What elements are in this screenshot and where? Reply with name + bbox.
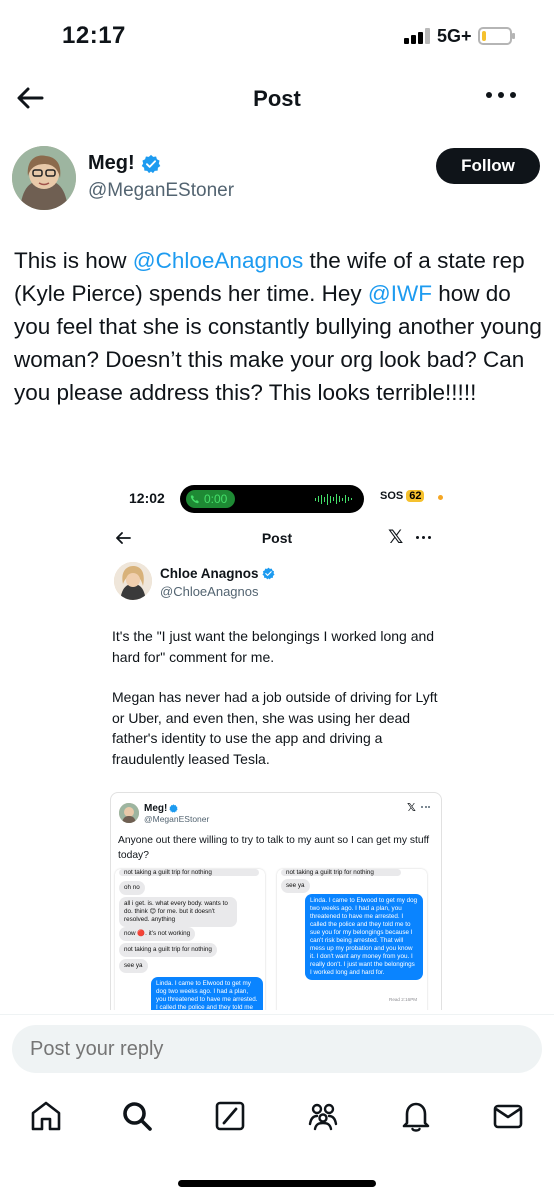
embed-more-icon [416,536,431,539]
page-title: Post [253,86,301,111]
quoted-post-card: Meg! @MeganEStoner 𝕏 Anyone out there wi… [110,792,442,1010]
mention-link[interactable]: @ChloeAnagnos [133,248,303,273]
read-receipt: Read 2:16PM [389,997,418,1002]
phone-icon [190,495,199,504]
home-icon [31,1101,61,1131]
post-text-part: This is how [14,248,133,273]
message-bubble: see ya [119,959,148,973]
bottom-tab-bar [0,1086,554,1146]
battery-level [482,31,486,41]
quoted-author-name-text: Meg! [144,803,168,814]
call-timer-text: 0:00 [204,492,228,506]
mention-link[interactable]: @IWF [368,281,432,306]
embed-header: Post 𝕏 [92,526,462,550]
embed-sos-indicator: SOS 62 [380,490,425,502]
quoted-more-icon [421,806,430,808]
signal-icon [404,28,432,44]
dynamic-island: 0:00 [180,485,364,513]
message-bubble: Linda. I came to Elwood to get my dog tw… [151,977,263,1010]
home-indicator [178,1180,376,1187]
communities-icon [308,1103,338,1131]
quoted-post-text: Anyone out there willing to try to talk … [118,835,430,861]
message-bubble: oh no [119,881,145,895]
embed-verified-icon [261,567,275,580]
embed-avatar [114,562,152,600]
embed-post-text: It's the "I just want the belongings I w… [112,626,452,789]
author-name-text: Meg! [88,152,135,174]
embed-paragraph: Megan has never had a job outside of dri… [112,689,438,767]
embed-author-handle: @ChloeAnagnos [160,584,259,599]
embed-author-name-text: Chloe Anagnos [160,566,259,581]
embed-page-title: Post [261,530,293,546]
header: Post [0,76,554,122]
verified-badge-icon [141,154,160,173]
embed-author: Chloe Anagnos @ChloeAnagnos [114,562,434,602]
avatar[interactable] [12,146,76,210]
message-bubble: all i get. is. what every body. wants to… [119,897,237,927]
quoted-x-logo-icon: 𝕏 [407,802,416,814]
message-bubble: not taking a guilt trip for nothing [119,869,259,876]
status-bar: 12:17 5G+ [0,0,554,70]
post-text: This is how @ChloeAnagnos the wife of a … [14,244,544,409]
tab-notifications[interactable] [398,1098,434,1134]
tab-grok[interactable] [212,1098,248,1134]
message-bubble: not taking a guilt trip for nothing [281,869,401,876]
network-label: 5G+ [437,26,472,46]
message-bubble: Linda. I came to Elwood to get my dog tw… [305,894,423,980]
embed-author-name: Chloe Anagnos [160,566,275,581]
status-time: 12:17 [62,22,126,49]
message-bubble: not taking a guilt trip for nothing [119,943,217,957]
message-bubble: see ya [281,879,310,893]
reply-bar [0,1014,554,1084]
quoted-verified-icon [169,804,179,813]
quoted-author-handle: @MeganEStoner [144,814,210,824]
embed-paragraph: It's the "I just want the belongings I w… [112,628,435,665]
author-name[interactable]: Meg! [88,152,161,175]
more-options-icon[interactable] [486,92,516,98]
tab-search[interactable] [119,1098,155,1134]
embed-battery: 62 [406,490,425,502]
attached-screenshot[interactable]: 12:02 0:00 SOS 62 Post 𝕏 Chloe Anagnos @… [92,470,462,1010]
x-logo-icon: 𝕏 [388,527,404,548]
quoted-author-name: Meg! [144,803,179,814]
grok-icon [215,1101,245,1131]
search-icon [123,1102,152,1131]
battery-icon [478,27,515,45]
audio-wave-icon [314,493,352,505]
notifications-icon [402,1102,430,1132]
message-screenshot-right: not taking a guilt trip for nothing see … [277,869,427,1010]
privacy-dot [438,495,443,500]
call-timer: 0:00 [186,490,236,508]
tab-communities[interactable] [305,1098,341,1134]
embed-status-time: 12:02 [129,490,165,506]
tab-messages[interactable] [490,1098,526,1134]
sos-label: SOS [380,490,404,502]
tab-home[interactable] [28,1098,64,1134]
author-handle[interactable]: @MeganEStoner [88,180,234,202]
quoted-avatar [119,803,139,823]
post-author: Meg! @MeganEStoner Follow [12,146,542,212]
message-bubble: now 🔴. it's not working [119,927,196,941]
message-screenshot-left: not taking a guilt trip for nothing oh n… [115,869,265,1010]
reply-input[interactable] [12,1025,542,1073]
messages-icon [493,1104,523,1129]
follow-button[interactable]: Follow [436,148,540,184]
